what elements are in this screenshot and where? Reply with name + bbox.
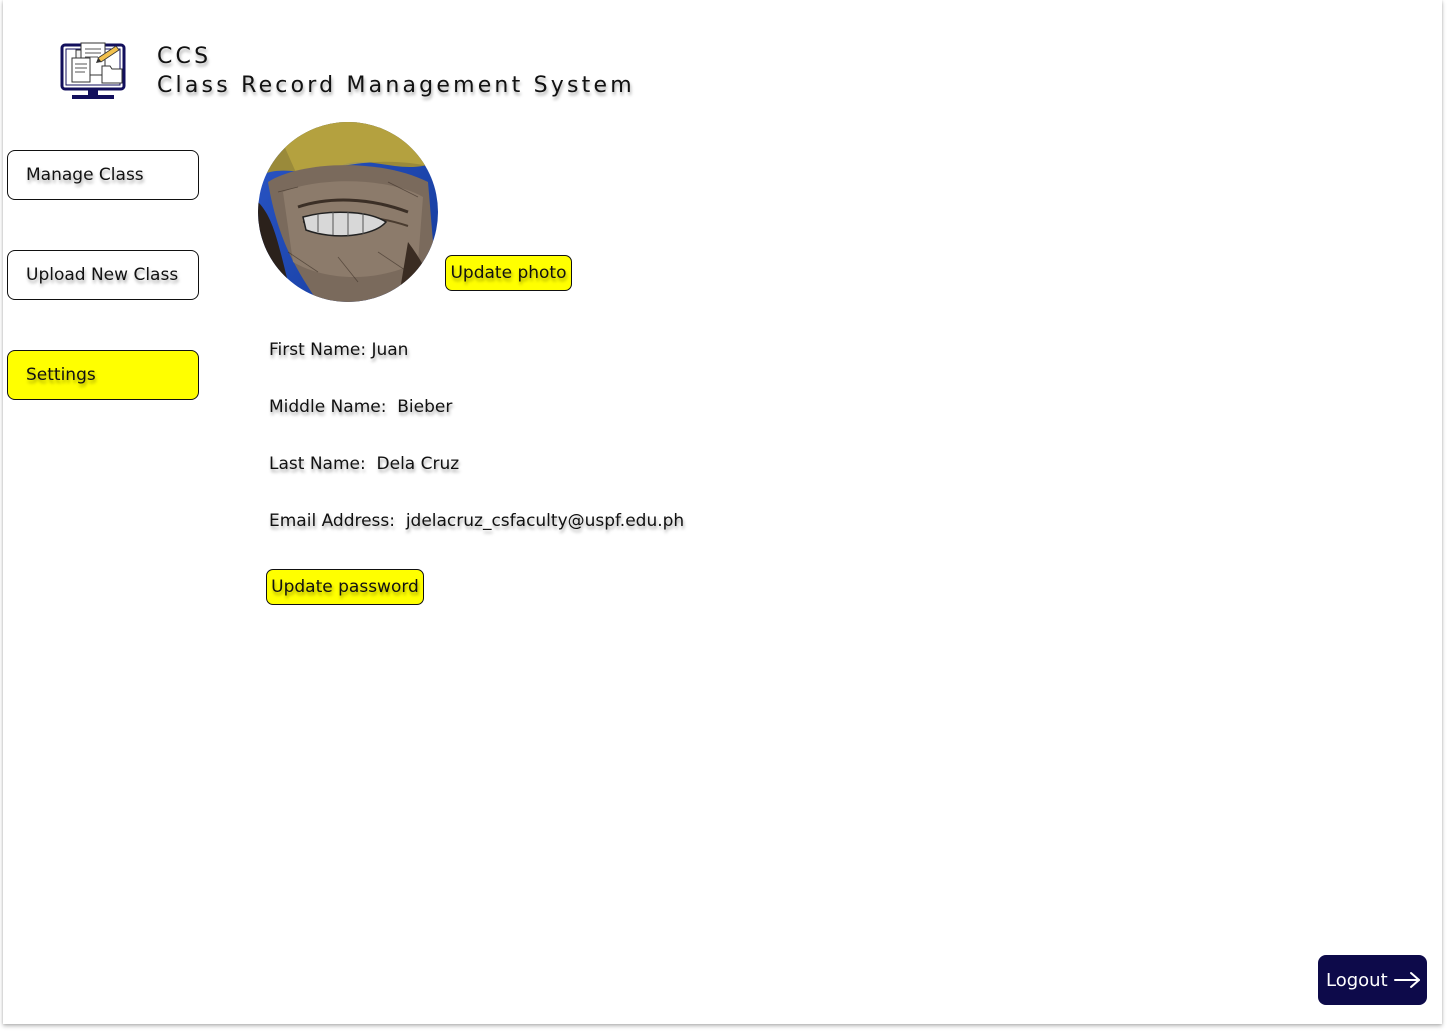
org-name: CCS bbox=[157, 44, 212, 69]
app-title-block: CCS Class Record Management System bbox=[157, 42, 635, 100]
sidebar-item-label: Manage Class bbox=[26, 165, 144, 185]
last-name-field: Last Name: Dela Cruz bbox=[269, 454, 459, 474]
last-name-label: Last Name: bbox=[269, 454, 366, 474]
update-password-label: Update password bbox=[271, 577, 419, 597]
middle-name-field: Middle Name: Bieber bbox=[269, 397, 452, 417]
update-password-button[interactable]: Update password bbox=[266, 569, 424, 605]
logout-label: Logout bbox=[1326, 969, 1388, 991]
sidebar-item-settings[interactable]: Settings bbox=[7, 350, 199, 400]
profile-avatar bbox=[258, 122, 438, 302]
email-address-value: jdelacruz_csfaculty@uspf.edu.ph bbox=[405, 511, 685, 531]
middle-name-label: Middle Name: bbox=[269, 397, 387, 417]
update-photo-button[interactable]: Update photo bbox=[445, 255, 572, 291]
sidebar-item-manage-class[interactable]: Manage Class bbox=[7, 150, 199, 200]
app-title: Class Record Management System bbox=[157, 73, 635, 98]
sidebar-item-label: Upload New Class bbox=[26, 265, 179, 285]
last-name-value: Dela Cruz bbox=[376, 454, 460, 474]
sidebar-item-label: Settings bbox=[26, 365, 96, 385]
arrow-right-icon bbox=[1393, 971, 1422, 989]
logout-button[interactable]: Logout bbox=[1318, 955, 1427, 1005]
email-address-label: Email Address: bbox=[269, 511, 395, 531]
email-address-field: Email Address: jdelacruz_csfaculty@uspf.… bbox=[269, 511, 684, 531]
sidebar-item-upload-new-class[interactable]: Upload New Class bbox=[7, 250, 199, 300]
first-name-label: First Name: bbox=[269, 340, 367, 360]
app-logo-icon bbox=[58, 40, 130, 102]
first-name-field: First Name: Juan bbox=[269, 340, 408, 360]
middle-name-value: Bieber bbox=[397, 397, 453, 417]
app-window: CCS Class Record Management System Manag… bbox=[3, 0, 1442, 1024]
update-photo-label: Update photo bbox=[450, 263, 567, 283]
first-name-value: Juan bbox=[371, 340, 409, 360]
